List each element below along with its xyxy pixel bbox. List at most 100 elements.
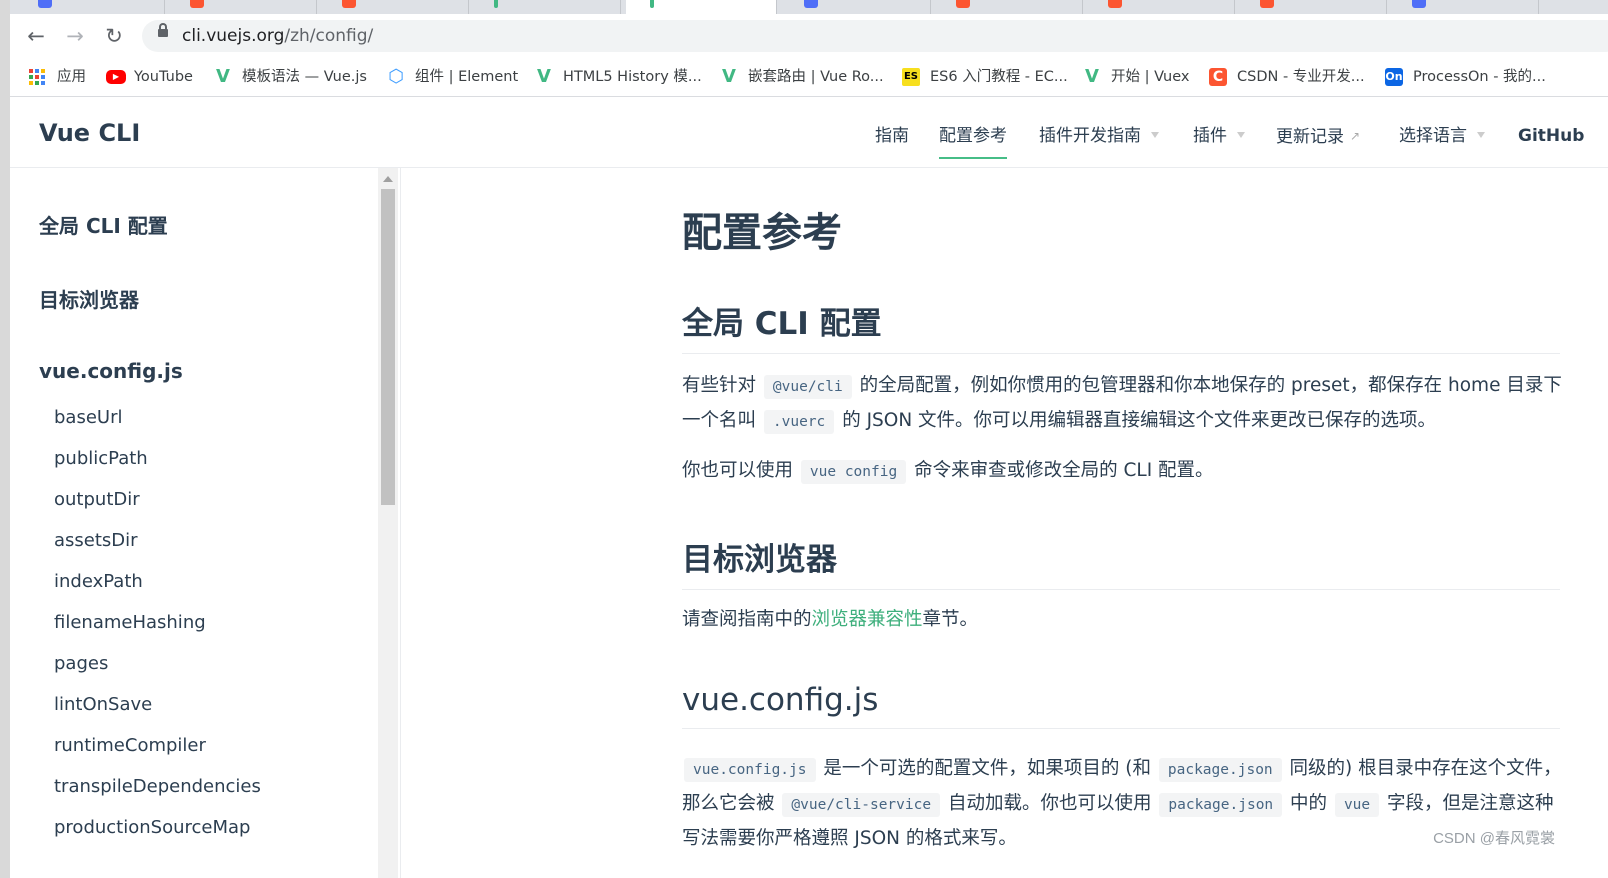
tab-favicon-icon	[342, 0, 356, 8]
tab-favicon-icon	[190, 0, 204, 8]
sidebar-item-transpiledependencies[interactable]: transpileDependencies	[54, 776, 261, 797]
browser-compat-link[interactable]: 浏览器兼容性	[812, 609, 923, 630]
text: 的 JSON 文件。你可以用编辑器直接编辑这个文件来更改已保存的选项。	[842, 410, 1437, 431]
sidebar-item-publicpath[interactable]: publicPath	[54, 448, 148, 469]
browser-tab[interactable]	[166, 0, 317, 14]
paragraph-vue-config: vue.config.js 是一个可选的配置文件，如果项目的 (和 packag…	[682, 752, 1562, 855]
forward-arrow-icon[interactable]: →	[61, 22, 89, 50]
nav-config[interactable]: 配置参考	[939, 97, 1007, 175]
site-navbar: Vue CLI 指南 配置参考 插件开发指南 插件 更新记录 ↗ 选择语言 Git…	[10, 97, 1608, 168]
sidebar-item-filenamehashing[interactable]: filenameHashing	[54, 612, 206, 633]
text: 自动加载。你也可以使用	[947, 793, 1152, 814]
inline-code: package.json	[1158, 758, 1282, 782]
external-link-icon: ↗	[1350, 129, 1361, 143]
element-icon: ⬡	[388, 66, 404, 87]
bookmark-label: CSDN - 专业开发...	[1237, 69, 1365, 85]
sidebar-item-productionsourcemap[interactable]: productionSourceMap	[54, 817, 250, 838]
chevron-down-icon	[1151, 132, 1159, 138]
browser-tab[interactable]	[932, 0, 1083, 14]
section-heading-global-cli: 全局 CLI 配置	[682, 298, 1560, 354]
url-text[interactable]: cli.vuejs.org/zh/config/	[182, 20, 373, 52]
vue-icon: V	[722, 66, 736, 87]
text: 有些针对	[682, 375, 757, 396]
nav-plugin-dev[interactable]: 插件开发指南	[1039, 97, 1159, 175]
sidebar-item-assetsdir[interactable]: assetsDir	[54, 530, 138, 551]
inline-code: vue config	[800, 460, 907, 484]
url-path: /zh/config/	[284, 26, 374, 46]
vue-icon: V	[1085, 66, 1099, 87]
browser-tab[interactable]	[318, 0, 469, 14]
paragraph-browser-target: 请查阅指南中的浏览器兼容性章节。	[682, 603, 1562, 636]
browser-tab[interactable]	[470, 0, 621, 14]
es-icon: ES	[902, 68, 920, 86]
inline-code: .vuerc	[763, 410, 835, 434]
text: 你也可以使用	[682, 460, 794, 481]
tab-favicon-icon	[494, 0, 498, 8]
text: 是一个可选的配置文件，如果项目的 (和	[823, 758, 1151, 779]
nav-plugins-label: 插件	[1193, 126, 1227, 146]
bookmark-label: YouTube	[134, 69, 193, 85]
bookmark-label: 开始 | Vuex	[1111, 69, 1190, 85]
nav-plugin-dev-label: 插件开发指南	[1039, 126, 1141, 146]
csdn-icon: C	[1209, 68, 1227, 86]
browser-tab[interactable]	[1084, 0, 1235, 14]
site-title[interactable]: Vue CLI	[39, 97, 140, 169]
bookmarks-bar: 应用 ▶ YouTube V 模板语法 — Vue.js ⬡ 组件 | Elem…	[0, 58, 1608, 97]
window-edge	[0, 0, 10, 878]
nav-guide[interactable]: 指南	[875, 97, 909, 175]
browser-tab-active[interactable]	[626, 0, 777, 14]
sidebar-scrollbar[interactable]	[378, 168, 398, 878]
section-heading-browser-target: 目标浏览器	[682, 534, 1560, 590]
sidebar-heading-vue-config[interactable]: vue.config.js	[39, 359, 183, 383]
tab-favicon-icon	[804, 0, 818, 8]
browser-tab[interactable]	[780, 0, 931, 14]
bookmark-label: 模板语法 — Vue.js	[242, 69, 367, 85]
paragraph-global-cli-1: 有些针对 @vue/cli 的全局配置，例如你惯用的包管理器和你本地保存的 pr…	[682, 369, 1562, 439]
active-underline	[939, 157, 1007, 159]
bookmark-label: HTML5 History 模...	[563, 69, 702, 85]
sidebar-heading-browser-target[interactable]: 目标浏览器	[39, 284, 139, 313]
nav-config-label: 配置参考	[939, 126, 1007, 146]
inline-code: package.json	[1159, 793, 1283, 817]
nav-language[interactable]: 选择语言	[1399, 97, 1485, 175]
sidebar-heading-global-cli[interactable]: 全局 CLI 配置	[39, 210, 168, 239]
url-host: cli.vuejs.org	[182, 26, 285, 46]
text: 章节。	[922, 609, 979, 630]
processon-icon: On	[1385, 68, 1403, 86]
section-heading-vue-config: vue.config.js	[682, 682, 1560, 729]
apps-icon	[29, 69, 45, 85]
inline-code: @vue/cli	[763, 375, 852, 399]
back-arrow-icon[interactable]: ←	[22, 22, 50, 50]
text: 命令来审查或修改全局的 CLI 配置。	[914, 460, 1214, 481]
bookmark-label: 组件 | Element	[415, 69, 519, 85]
browser-tab[interactable]	[1388, 0, 1539, 14]
scroll-up-arrow-icon[interactable]	[383, 176, 393, 182]
sidebar-item-outputdir[interactable]: outputDir	[54, 489, 140, 510]
tab-favicon-icon	[38, 0, 52, 8]
nav-plugins[interactable]: 插件	[1193, 97, 1245, 175]
browser-tab-strip	[0, 0, 1608, 14]
text: 中的	[1290, 793, 1328, 814]
scrollbar-thumb[interactable]	[381, 189, 395, 505]
chevron-down-icon	[1477, 132, 1485, 138]
sidebar-item-baseurl[interactable]: baseUrl	[54, 407, 122, 428]
tab-favicon-icon	[1108, 0, 1122, 8]
sidebar: 全局 CLI 配置 目标浏览器 vue.config.js baseUrl pu…	[10, 168, 401, 878]
sidebar-item-pages[interactable]: pages	[54, 653, 108, 674]
sidebar-item-indexpath[interactable]: indexPath	[54, 571, 143, 592]
browser-tab[interactable]	[1236, 0, 1387, 14]
nav-github[interactable]: GitHub	[1518, 97, 1584, 175]
vue-icon: V	[537, 66, 551, 87]
sidebar-item-runtimecompiler[interactable]: runtimeCompiler	[54, 735, 206, 756]
nav-language-label: 选择语言	[1399, 126, 1467, 146]
browser-toolbar: ← → ↻ cli.vuejs.org/zh/config/	[0, 14, 1608, 58]
nav-changelog[interactable]: 更新记录 ↗	[1276, 97, 1360, 176]
browser-tab[interactable]	[14, 0, 165, 14]
tab-favicon-icon	[956, 0, 970, 8]
chevron-down-icon	[1237, 132, 1245, 138]
reload-icon[interactable]: ↻	[100, 22, 128, 50]
sidebar-item-lintonsave[interactable]: lintOnSave	[54, 694, 152, 715]
address-bar[interactable]: cli.vuejs.org/zh/config/	[142, 20, 1608, 52]
paragraph-global-cli-2: 你也可以使用 vue config 命令来审查或修改全局的 CLI 配置。	[682, 454, 1562, 489]
youtube-icon: ▶	[106, 70, 126, 84]
